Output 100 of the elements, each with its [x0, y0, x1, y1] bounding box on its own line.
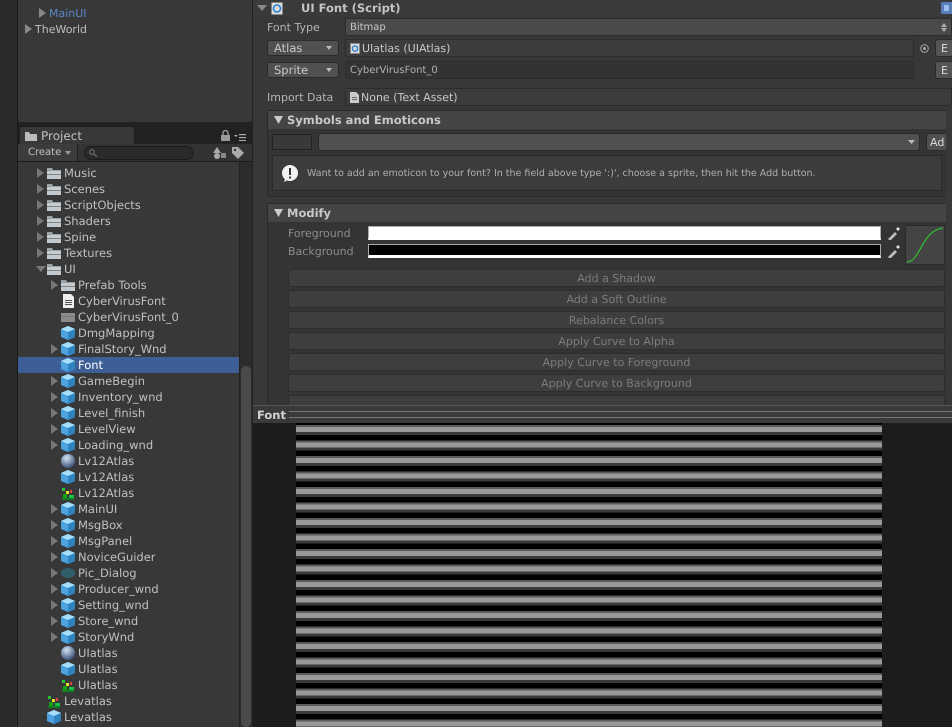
triangle-icon[interactable]	[50, 440, 60, 450]
search-field[interactable]	[84, 146, 194, 160]
edit-button[interactable]: E	[935, 61, 952, 79]
sprite-sheet-icon	[61, 678, 75, 692]
lock-icon[interactable]	[221, 130, 230, 141]
tag-icon[interactable]	[232, 146, 244, 158]
project-item[interactable]: DmgMapping	[18, 325, 239, 341]
triangle-icon[interactable]	[50, 280, 60, 290]
project-item[interactable]: StoryWnd	[18, 629, 239, 645]
color-field[interactable]	[368, 244, 881, 258]
project-item[interactable]: GameBegin	[18, 373, 239, 389]
project-item[interactable]: CyberVirusFont	[18, 293, 239, 309]
project-item[interactable]: NoviceGuider	[18, 549, 239, 565]
project-item[interactable]: Lv12Atlas	[18, 453, 239, 469]
project-item[interactable]: Font	[18, 357, 239, 373]
project-item[interactable]: FinalStory_Wnd	[18, 341, 239, 357]
sprite-dropdown[interactable]	[318, 133, 920, 151]
triangle-icon[interactable]	[50, 376, 60, 386]
color-field[interactable]	[368, 226, 881, 240]
project-item[interactable]: Shaders	[18, 213, 239, 229]
project-item[interactable]: UIatlas	[18, 645, 239, 661]
mode-dropdown[interactable]: Atlas	[267, 40, 339, 56]
project-item[interactable]: Lv12Atlas	[18, 485, 239, 501]
triangle-icon[interactable]	[36, 200, 46, 210]
mode-dropdown[interactable]: Sprite	[267, 62, 339, 78]
project-tab[interactable]: Project	[19, 126, 136, 144]
help-icon[interactable]	[941, 2, 952, 14]
triangle-icon[interactable]	[50, 632, 60, 642]
project-item[interactable]: Pic_Dialog	[18, 565, 239, 581]
triangle-icon[interactable]	[50, 344, 60, 354]
sprite-sheet-icon	[61, 486, 75, 500]
folder-icon	[25, 130, 37, 140]
project-item[interactable]: Lv12Atlas	[18, 469, 239, 485]
import-data-field[interactable]: None (Text Asset)	[345, 88, 952, 106]
project-item[interactable]: Levatlas	[18, 693, 239, 709]
scrollbar[interactable]	[239, 162, 252, 727]
triangle-icon[interactable]	[50, 600, 60, 610]
filter-by-type-icon[interactable]	[213, 146, 226, 158]
project-item[interactable]: MsgPanel	[18, 533, 239, 549]
caret-icon	[326, 68, 332, 72]
triangle-icon[interactable]	[36, 184, 46, 194]
project-item[interactable]: Setting_wnd	[18, 597, 239, 613]
project-item[interactable]: Producer_wnd	[18, 581, 239, 597]
hierarchy-item[interactable]: TheWorld	[35, 22, 87, 36]
field-label: Background	[288, 244, 355, 258]
edit-button[interactable]: E	[935, 39, 952, 57]
triangle-icon[interactable]	[50, 616, 60, 626]
info-icon	[281, 164, 299, 182]
triangle-icon[interactable]	[36, 216, 46, 226]
project-item[interactable]: UI	[18, 261, 239, 277]
target-icon[interactable]	[920, 44, 929, 52]
triangle-icon[interactable]	[50, 536, 60, 546]
drag-grip[interactable]	[288, 411, 952, 418]
section-header[interactable]: Symbols and Emoticons	[268, 111, 946, 129]
project-item[interactable]: Loading_wnd	[18, 437, 239, 453]
triangle-icon[interactable]	[37, 8, 48, 18]
triangle-icon[interactable]	[50, 408, 60, 418]
font-type-dropdown[interactable]: Bitmap	[345, 18, 952, 36]
create-button[interactable]: Create	[18, 144, 78, 161]
project-item[interactable]: Prefab Tools	[18, 277, 239, 293]
up-down-caret-icon	[941, 22, 947, 32]
folder-icon	[47, 214, 61, 228]
eyedropper-icon[interactable]	[887, 226, 901, 240]
project-item[interactable]: Store_wnd	[18, 613, 239, 629]
menu-icon[interactable]	[234, 133, 246, 141]
triangle-icon[interactable]	[50, 584, 60, 594]
eyedropper-icon[interactable]	[887, 244, 901, 258]
project-item[interactable]: MainUI	[18, 501, 239, 517]
triangle-icon[interactable]	[36, 264, 46, 274]
project-item[interactable]: UIatlas	[18, 661, 239, 677]
project-item[interactable]: Scenes	[18, 181, 239, 197]
project-item[interactable]: Inventory_wnd	[18, 389, 239, 405]
triangle-icon[interactable]	[36, 248, 46, 258]
triangle-icon[interactable]	[50, 568, 60, 578]
triangle-icon[interactable]	[257, 3, 267, 13]
object-field[interactable]: UIatlas (UIAtlas)	[345, 39, 914, 57]
project-item[interactable]: Level_finish	[18, 405, 239, 421]
project-item[interactable]: Textures	[18, 245, 239, 261]
triangle-icon[interactable]	[36, 232, 46, 242]
triangle-icon[interactable]	[50, 504, 60, 514]
script-icon	[350, 42, 360, 54]
triangle-icon[interactable]	[50, 552, 60, 562]
project-item[interactable]: Spine	[18, 229, 239, 245]
cube-icon	[61, 582, 75, 596]
project-item[interactable]: MsgBox	[18, 517, 239, 533]
project-item[interactable]: Music	[18, 165, 239, 181]
cube-icon	[61, 550, 75, 564]
triangle-icon[interactable]	[50, 424, 60, 434]
project-item[interactable]: LevelView	[18, 421, 239, 437]
project-item[interactable]: UIatlas	[18, 677, 239, 693]
triangle-icon[interactable]	[50, 520, 60, 530]
sprite-name-field[interactable]: CyberVirusFont_0	[345, 61, 914, 79]
project-item[interactable]: CyberVirusFont_0	[18, 309, 239, 325]
add-button[interactable]: Ad	[926, 133, 946, 151]
triangle-icon[interactable]	[23, 24, 34, 34]
section-header[interactable]: Modify	[268, 204, 946, 222]
triangle-icon[interactable]	[36, 168, 46, 178]
project-item[interactable]: ScriptObjects	[18, 197, 239, 213]
triangle-icon[interactable]	[50, 392, 60, 402]
project-item[interactable]: Levatlas	[18, 709, 239, 725]
